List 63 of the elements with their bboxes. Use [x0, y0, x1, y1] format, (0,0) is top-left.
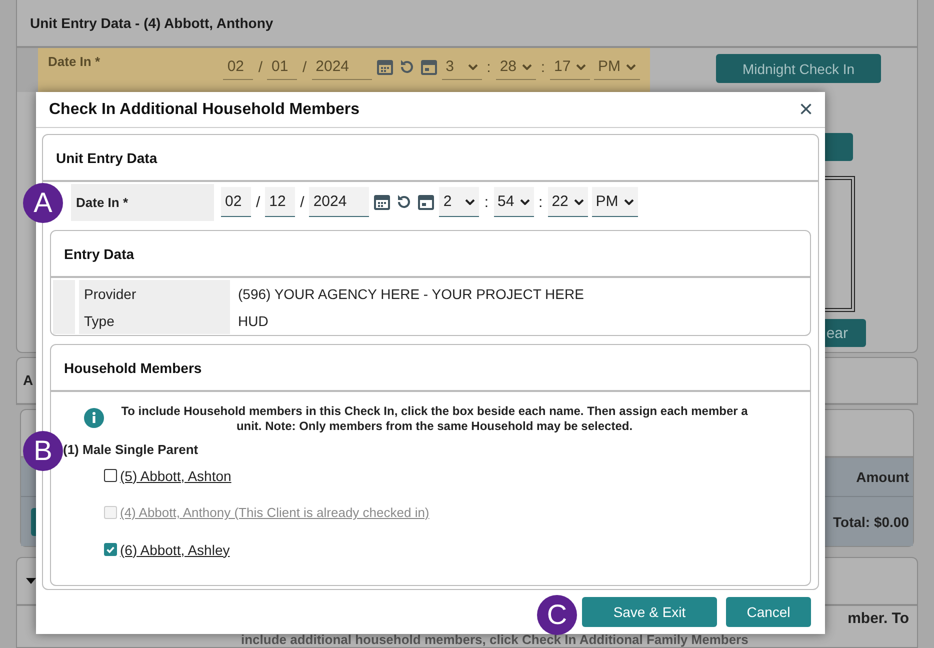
household-group-label: (1) Male Single Parent: [63, 442, 200, 457]
field-label: Provider: [79, 280, 230, 307]
separator: :: [538, 194, 544, 210]
field-label: Type: [79, 307, 230, 334]
date-field[interactable]: 02: [223, 54, 254, 80]
chevron-down-icon: [574, 198, 584, 204]
date-field[interactable]: 2024: [309, 187, 370, 217]
separator: :: [540, 58, 546, 76]
field-value: (596) YOUR AGENCY HERE - YOUR PROJECT HERE: [237, 284, 584, 304]
member-link[interactable]: (5) Abbott, Ashton: [120, 468, 232, 484]
close-button[interactable]: ×: [794, 98, 817, 122]
note-text: mber. To: [848, 610, 909, 627]
date-field[interactable]: 2024: [312, 54, 372, 80]
time-select[interactable]: 22: [548, 187, 588, 217]
chevron-down-icon: [468, 64, 478, 70]
time-select[interactable]: 54: [494, 187, 534, 217]
member-link[interactable]: (6) Abbott, Ashley: [120, 542, 230, 558]
date-field[interactable]: 01: [267, 54, 298, 80]
separator: /: [301, 58, 308, 76]
checkbox[interactable]: [104, 469, 117, 482]
time-select[interactable]: 17: [550, 54, 590, 80]
section-title: Unit Entry Data: [56, 150, 158, 166]
field-label: Date In *: [48, 54, 102, 69]
dialog-button[interactable]: Cancel: [726, 597, 811, 627]
section-title: A: [23, 372, 34, 388]
chevron-down-icon: [522, 64, 532, 70]
chevron-down-icon: [520, 198, 530, 204]
total-text: Total: $0.00: [833, 514, 909, 530]
chevron-down-icon: [465, 198, 476, 204]
separator: :: [483, 194, 490, 210]
separator: /: [255, 194, 262, 210]
date-field[interactable]: 12: [265, 187, 296, 217]
dialog-button[interactable]: Save & Exit: [582, 597, 717, 627]
caret-icon[interactable]: [26, 578, 36, 584]
chevron-down-icon: [626, 64, 636, 70]
panel-title: Unit Entry Data - (4) Abbott, Anthony: [30, 15, 274, 31]
time-select[interactable]: PM: [594, 54, 640, 80]
checkbox[interactable]: [104, 543, 117, 556]
chevron-down-icon: [576, 64, 586, 70]
column-header: Amount: [856, 469, 909, 486]
calendar-icon[interactable]: [373, 193, 392, 211]
calendar-icon[interactable]: [376, 58, 394, 76]
midnight-check-in-button[interactable]: Midnight Check In: [716, 54, 881, 83]
separator: :: [486, 58, 492, 76]
dialog-title: Check In Additional Household Members: [49, 100, 360, 118]
info-text: To include Household members in this Check In, click the box beside each name. Then assign each member a unit. Note: Only members from the same Household may be selected.: [120, 404, 749, 434]
info-icon: [84, 408, 104, 428]
time-select[interactable]: PM: [592, 187, 638, 217]
table-cell: [53, 307, 75, 334]
table-cell: [17, 48, 38, 92]
calendar-icon[interactable]: [417, 193, 436, 211]
section-title: Entry Data: [64, 246, 134, 262]
date-field[interactable]: 02: [221, 187, 251, 217]
chevron-down-icon: [624, 198, 634, 204]
separator: /: [257, 58, 264, 76]
section-title: Household Members: [64, 360, 202, 376]
field-label: Date In *: [71, 184, 214, 220]
time-select[interactable]: 28: [496, 54, 536, 80]
separator: /: [299, 194, 306, 210]
time-select[interactable]: 3: [442, 54, 482, 80]
calendar-icon[interactable]: [420, 58, 438, 76]
time-select[interactable]: 2: [439, 187, 480, 217]
field-value: HUD: [237, 312, 268, 330]
